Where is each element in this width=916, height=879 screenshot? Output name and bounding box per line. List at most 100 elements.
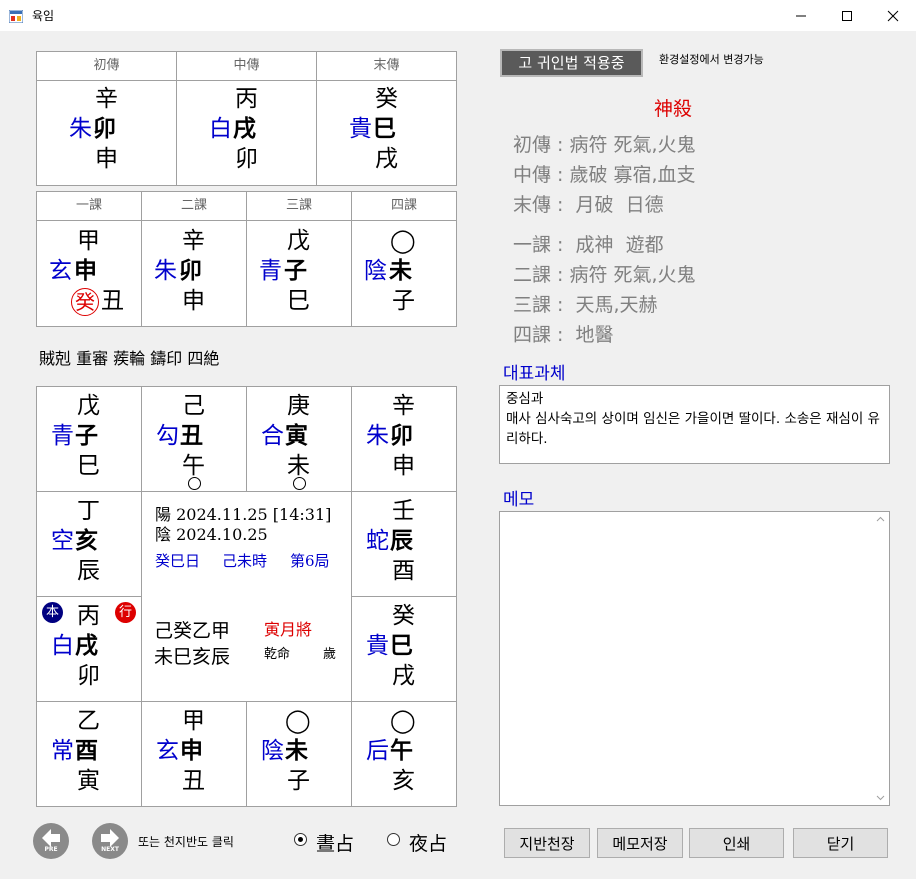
maximize-icon[interactable] — [824, 0, 870, 31]
solar-date: 陽 2024.11.25 [14:31] — [155, 505, 332, 524]
general: 后 — [366, 738, 389, 764]
bottom-branch: 卯 — [77, 663, 100, 689]
close-icon[interactable] — [870, 0, 916, 31]
general: 勾 — [156, 423, 179, 449]
branch: 戌 — [75, 633, 98, 659]
app-icon — [8, 8, 24, 24]
night-radio-label[interactable]: 夜占 — [409, 829, 447, 856]
board-cell[interactable]: 甲 玄 申 丑 — [141, 701, 247, 807]
branch: 戌 — [233, 116, 256, 142]
general: 白 — [51, 633, 74, 659]
sagwa-cell-4[interactable]: 四課 ◯ 陰 未 子 — [351, 191, 457, 327]
general: 陰 — [364, 258, 387, 284]
board-cell[interactable]: 庚 合 寅 未 — [246, 386, 352, 492]
general: 常 — [51, 738, 74, 764]
lunar-date: 陰 2024.10.25 — [155, 525, 268, 544]
next-label: NEXT — [101, 846, 119, 853]
month-general: 寅月將 — [264, 620, 313, 639]
board-cell[interactable]: 己 勾 丑 午 — [141, 386, 247, 492]
sagwa-header: 二課 — [142, 192, 246, 221]
void-badge: 癸 — [71, 288, 99, 316]
board-cell[interactable]: ◯ 陰 未 子 — [246, 701, 352, 807]
prev-label: PRE — [44, 846, 58, 853]
stem: 丁 — [77, 498, 100, 524]
void-marker-icon — [188, 477, 201, 490]
board-center: 陽 2024.11.25 [14:31] 陰 2024.10.25 癸巳日 己未… — [141, 491, 352, 702]
rep-name: 중심과 — [506, 391, 544, 407]
sagwa-cell-3[interactable]: 三課 戊 青 子 巳 — [246, 191, 352, 327]
bottom-branch: 未 — [287, 453, 310, 479]
hour-pillar: 己未時 — [222, 552, 268, 570]
prev-button[interactable]: PRE — [33, 823, 69, 859]
next-button[interactable]: NEXT — [92, 823, 128, 859]
rep-description: 매사 심사숙고의 상이며 임신은 가을이면 딸이다. 소송은 재심이 유리하다. — [506, 411, 880, 447]
print-button[interactable]: 인쇄 — [689, 828, 784, 858]
main-badge: 本 — [42, 602, 63, 623]
minimize-icon[interactable] — [778, 0, 824, 31]
branch: 申 — [180, 738, 203, 764]
sinsal-row: 二課 : 病符 死氣,火鬼 — [513, 264, 696, 286]
bottom-branch: 亥 — [392, 768, 415, 794]
day-pillar: 癸巳日 — [155, 552, 201, 570]
board-cell[interactable]: 壬 蛇 辰 酉 — [351, 491, 457, 597]
stem: 己 — [182, 393, 205, 419]
branch: 卯 — [390, 423, 413, 449]
board-cell[interactable]: ◯ 后 午 亥 — [351, 701, 457, 807]
stem: 壬 — [392, 498, 415, 524]
branch: 巳 — [373, 116, 396, 142]
window-title: 육임 — [32, 9, 55, 23]
bottom-branch: 子 — [392, 288, 415, 314]
void-circle: ◯ — [390, 708, 416, 734]
stem: 辛 — [392, 393, 415, 419]
radio-dot-icon — [298, 837, 303, 842]
branch: 亥 — [75, 528, 98, 554]
save-memo-button[interactable]: 메모저장 — [597, 828, 683, 858]
board-cell[interactable]: 丁 空 亥 辰 — [36, 491, 142, 597]
sanjeon-cell-2[interactable]: 中傳 丙 白 戌 卯 — [176, 51, 317, 186]
day-radio[interactable] — [294, 833, 307, 846]
board-cell[interactable]: 癸 貴 巳 戌 — [351, 596, 457, 702]
board-cell[interactable]: 戊 青 子 巳 — [36, 386, 142, 492]
sinsal-title: 神殺 — [654, 98, 693, 120]
void-circle: ◯ — [285, 708, 311, 734]
close-button[interactable]: 닫기 — [793, 828, 888, 858]
classification-text: 賊剋 重審 蒺輪 鑄印 四絶 — [39, 349, 220, 368]
day-radio-label[interactable]: 晝占 — [316, 829, 354, 856]
sagwa-cell-2[interactable]: 二課 辛 朱 卯 申 — [141, 191, 247, 327]
age-label: 歲 — [323, 647, 337, 662]
general: 白 — [209, 116, 232, 142]
sanjeon-header: 末傳 — [317, 52, 456, 81]
night-radio[interactable] — [387, 833, 400, 846]
stem: 癸 — [392, 603, 415, 629]
bottom-branch: 戌 — [375, 146, 398, 172]
memo-scrollbar[interactable] — [872, 512, 889, 805]
board-cell[interactable]: 辛 朱 卯 申 — [351, 386, 457, 492]
general: 朱 — [366, 423, 389, 449]
general: 蛇 — [366, 528, 389, 554]
sanjeon-cell-1[interactable]: 初傳 辛 朱 卯 申 — [36, 51, 177, 186]
bottom-branch: 巳 — [287, 288, 310, 314]
board-cell[interactable]: 乙 常 酉 寅 — [36, 701, 142, 807]
stem: 辛 — [182, 228, 205, 254]
sinsal-row: 末傳 : 月破 日德 — [513, 194, 664, 216]
guiin-mode-button[interactable]: 고 귀인법 적용중 — [500, 49, 643, 77]
board-button[interactable]: 지반천장 — [504, 828, 590, 858]
rep-textbox[interactable]: 중심과 매사 심사숙고의 상이며 임신은 가을이면 딸이다. 소송은 재심이 유… — [499, 385, 890, 464]
bottom-branch: 巳 — [77, 453, 100, 479]
settings-hint: 환경설정에서 변경가능 — [659, 53, 764, 66]
bottom-branch: 申 — [392, 453, 415, 479]
scroll-down-icon[interactable] — [876, 795, 885, 801]
rep-title: 대표과체 — [503, 364, 566, 384]
sanjeon-cell-3[interactable]: 末傳 癸 貴 巳 戌 — [316, 51, 457, 186]
branch: 寅 — [285, 423, 308, 449]
general: 陰 — [261, 738, 284, 764]
scroll-up-icon[interactable] — [876, 516, 885, 522]
stem: 戊 — [287, 228, 310, 254]
board-cell[interactable]: 本 行 丙 白 戌 卯 — [36, 596, 142, 702]
sagwa-cell-1[interactable]: 一課 甲 玄 申 丑 癸 — [36, 191, 142, 327]
general: 青 — [51, 423, 74, 449]
bottom-branch: 午 — [182, 453, 205, 479]
prev-arrow-icon — [42, 829, 60, 847]
stem: 辛 — [95, 86, 118, 112]
memo-textarea[interactable] — [499, 511, 890, 806]
